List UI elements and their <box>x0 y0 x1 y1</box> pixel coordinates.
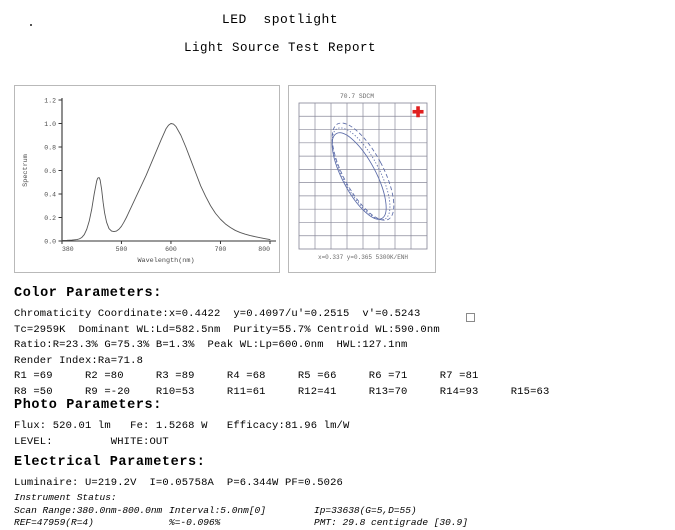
color-param-line: Render Index:Ra=71.8 <box>14 354 144 367</box>
status-cell: Interval:5.0nm[0] <box>169 504 266 516</box>
svg-text:70.7 SDCM: 70.7 SDCM <box>340 93 374 100</box>
svg-text:0.2: 0.2 <box>44 215 56 222</box>
svg-text:500: 500 <box>116 246 128 253</box>
status-cell: Ip=33638(G=5,D=55) <box>314 504 417 516</box>
svg-text:800: 800 <box>258 246 270 253</box>
svg-text:0.8: 0.8 <box>44 145 56 152</box>
photo-param-line: Flux: 520.01 lm Fe: 1.5268 W Efficacy:81… <box>14 420 350 432</box>
page-title: LED spotlight <box>221 12 339 27</box>
status-cell: Scan Range:380.0nm-800.0nm <box>14 504 163 516</box>
status-cell: REF=47959(R=4) <box>14 517 94 528</box>
spectrum-chart: 0.0 0.2 0.4 0.6 0.8 1.0 1.2 380 500 600 700 800 Wave… <box>22 98 276 265</box>
svg-text:Spectrum: Spectrum <box>22 154 30 187</box>
instrument-status-heading: Instrument Status: <box>14 492 117 503</box>
electrical-parameters-heading: Electrical Parameters: <box>14 455 206 470</box>
color-param-line: Tc=2959K Dominant WL:Ld=582.5nm Purity=5… <box>14 323 440 336</box>
electrical-parameters-section: Electrical Parameters: Luminaire: U=219.… <box>14 455 343 492</box>
status-cell: %=-0.096% <box>169 517 221 528</box>
color-param-line: Ratio:R=23.3% G=75.3% B=1.3% Peak WL:Lp=… <box>14 339 408 351</box>
photo-parameters-section: Photo Parameters: Flux: 520.01 lm Fe: 1.… <box>14 398 349 450</box>
cie-chart-panel: 70.7 SDCM x=0.337 y=0.365 5300K/ENH <box>288 85 436 273</box>
instrument-status-section: Instrument Status: Scan Range:380.0nm-80… <box>14 492 468 530</box>
svg-text:1.2: 1.2 <box>44 98 56 105</box>
svg-text:0.0: 0.0 <box>44 239 56 246</box>
page-subtitle: Light Source Test Report <box>183 41 377 55</box>
svg-text:700: 700 <box>215 246 227 253</box>
svg-text:380: 380 <box>62 246 74 253</box>
svg-text:0.6: 0.6 <box>44 168 56 175</box>
svg-text:0.4: 0.4 <box>44 192 56 199</box>
color-parameters-heading: Color Parameters: <box>14 286 162 301</box>
status-cell: PMT: 29.8 centigrade [30.9] <box>314 517 468 528</box>
cie-chromaticity-chart: 70.7 SDCM x=0.337 y=0.365 5300K/ENH <box>298 93 428 261</box>
svg-text:Wavelength(nm): Wavelength(nm) <box>137 257 194 265</box>
instrument-status-grid: Scan Range:380.0nm-800.0nm Interval:5.0n… <box>14 505 468 530</box>
photo-param-line: LEVEL: WHITE:OUT <box>14 435 169 448</box>
spectrum-chart-panel: 0.0 0.2 0.4 0.6 0.8 1.0 1.2 380 500 600 700 800 Wave… <box>14 85 280 273</box>
color-parameters-section: Color Parameters: Chromaticity Coordinat… <box>14 286 549 400</box>
electrical-param-line: Luminaire: U=219.2V I=0.05758A P=6.344W … <box>14 477 344 489</box>
color-param-line: Chromaticity Coordinate:x=0.4422 y=0.409… <box>14 308 421 320</box>
photo-parameters-heading: Photo Parameters: <box>14 398 162 413</box>
svg-text:1.0: 1.0 <box>44 121 56 128</box>
svg-text:600: 600 <box>165 246 177 253</box>
color-render-index-row: R1 =69 R2 =80 R3 =89 R4 =68 R5 =66 R6 =7… <box>14 370 479 382</box>
svg-text:x=0.337 y=0.365 5300K/ENH: x=0.337 y=0.365 5300K/ENH <box>318 254 408 261</box>
